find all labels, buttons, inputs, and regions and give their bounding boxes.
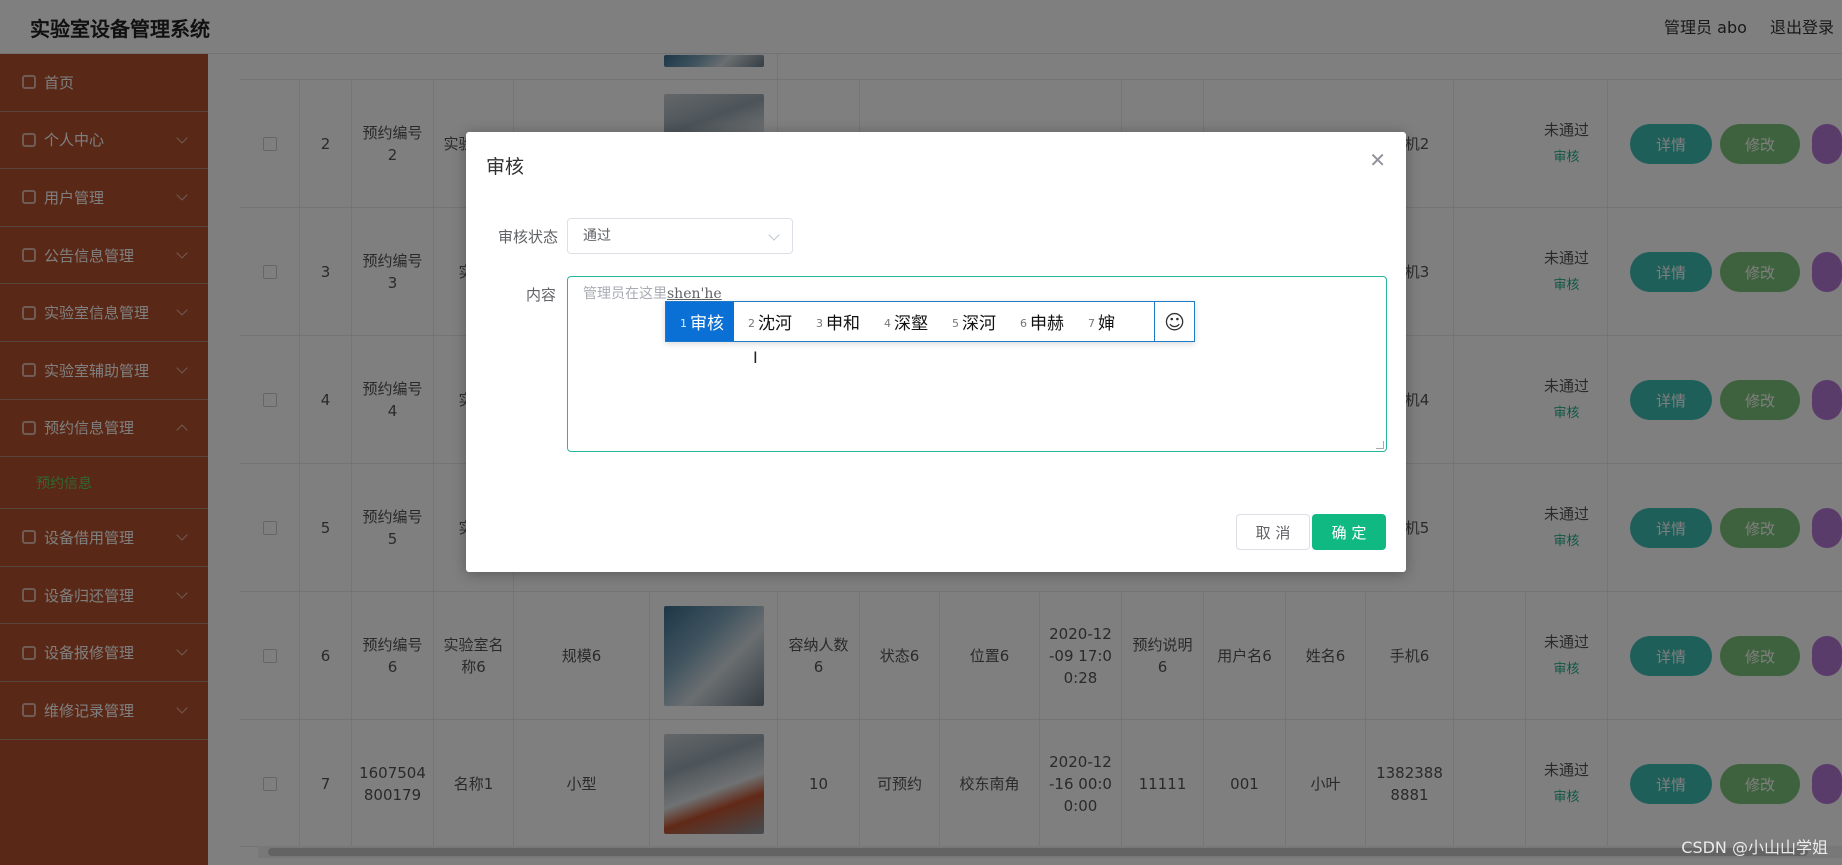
ime-candidate[interactable]: 6 申赫: [1006, 302, 1074, 341]
confirm-button[interactable]: 确 定: [1312, 514, 1386, 550]
cancel-button[interactable]: 取 消: [1236, 514, 1310, 550]
chevron-down-icon: [768, 229, 780, 241]
ime-candidate[interactable]: 7婶: [1074, 302, 1125, 341]
status-label: 审核状态: [498, 228, 559, 246]
audit-dialog: 审核 ✕ 审核状态 通过 内容 管理员在这里shen'he 取 消 确 定: [466, 132, 1406, 572]
emoji-icon[interactable]: ☺: [1154, 302, 1194, 341]
ime-candidate[interactable]: 3 申和: [802, 302, 870, 341]
ime-candidate[interactable]: 2 沈河: [734, 302, 802, 341]
ime-candidate[interactable]: 4 深壑: [870, 302, 938, 341]
ime-candidate[interactable]: 1 审核: [666, 302, 734, 341]
dialog-title: 审核: [486, 156, 525, 178]
textarea-placeholder: 管理员在这里: [583, 286, 667, 302]
resize-handle[interactable]: [1376, 441, 1384, 449]
ime-candidate-bar: 1 审核 2 沈河 3 申和 4 深壑 5 深河 6 申赫 7婶 ☺: [665, 301, 1195, 342]
watermark: CSDN @小山山学姐: [1681, 838, 1828, 857]
content-label: 内容: [526, 286, 557, 304]
close-icon[interactable]: ✕: [1369, 150, 1386, 170]
text-cursor-icon: I: [753, 348, 758, 367]
ime-candidate[interactable]: 5 深河: [938, 302, 1006, 341]
status-select[interactable]: 通过: [567, 218, 793, 254]
ime-composition-text: shen'he: [667, 286, 722, 302]
